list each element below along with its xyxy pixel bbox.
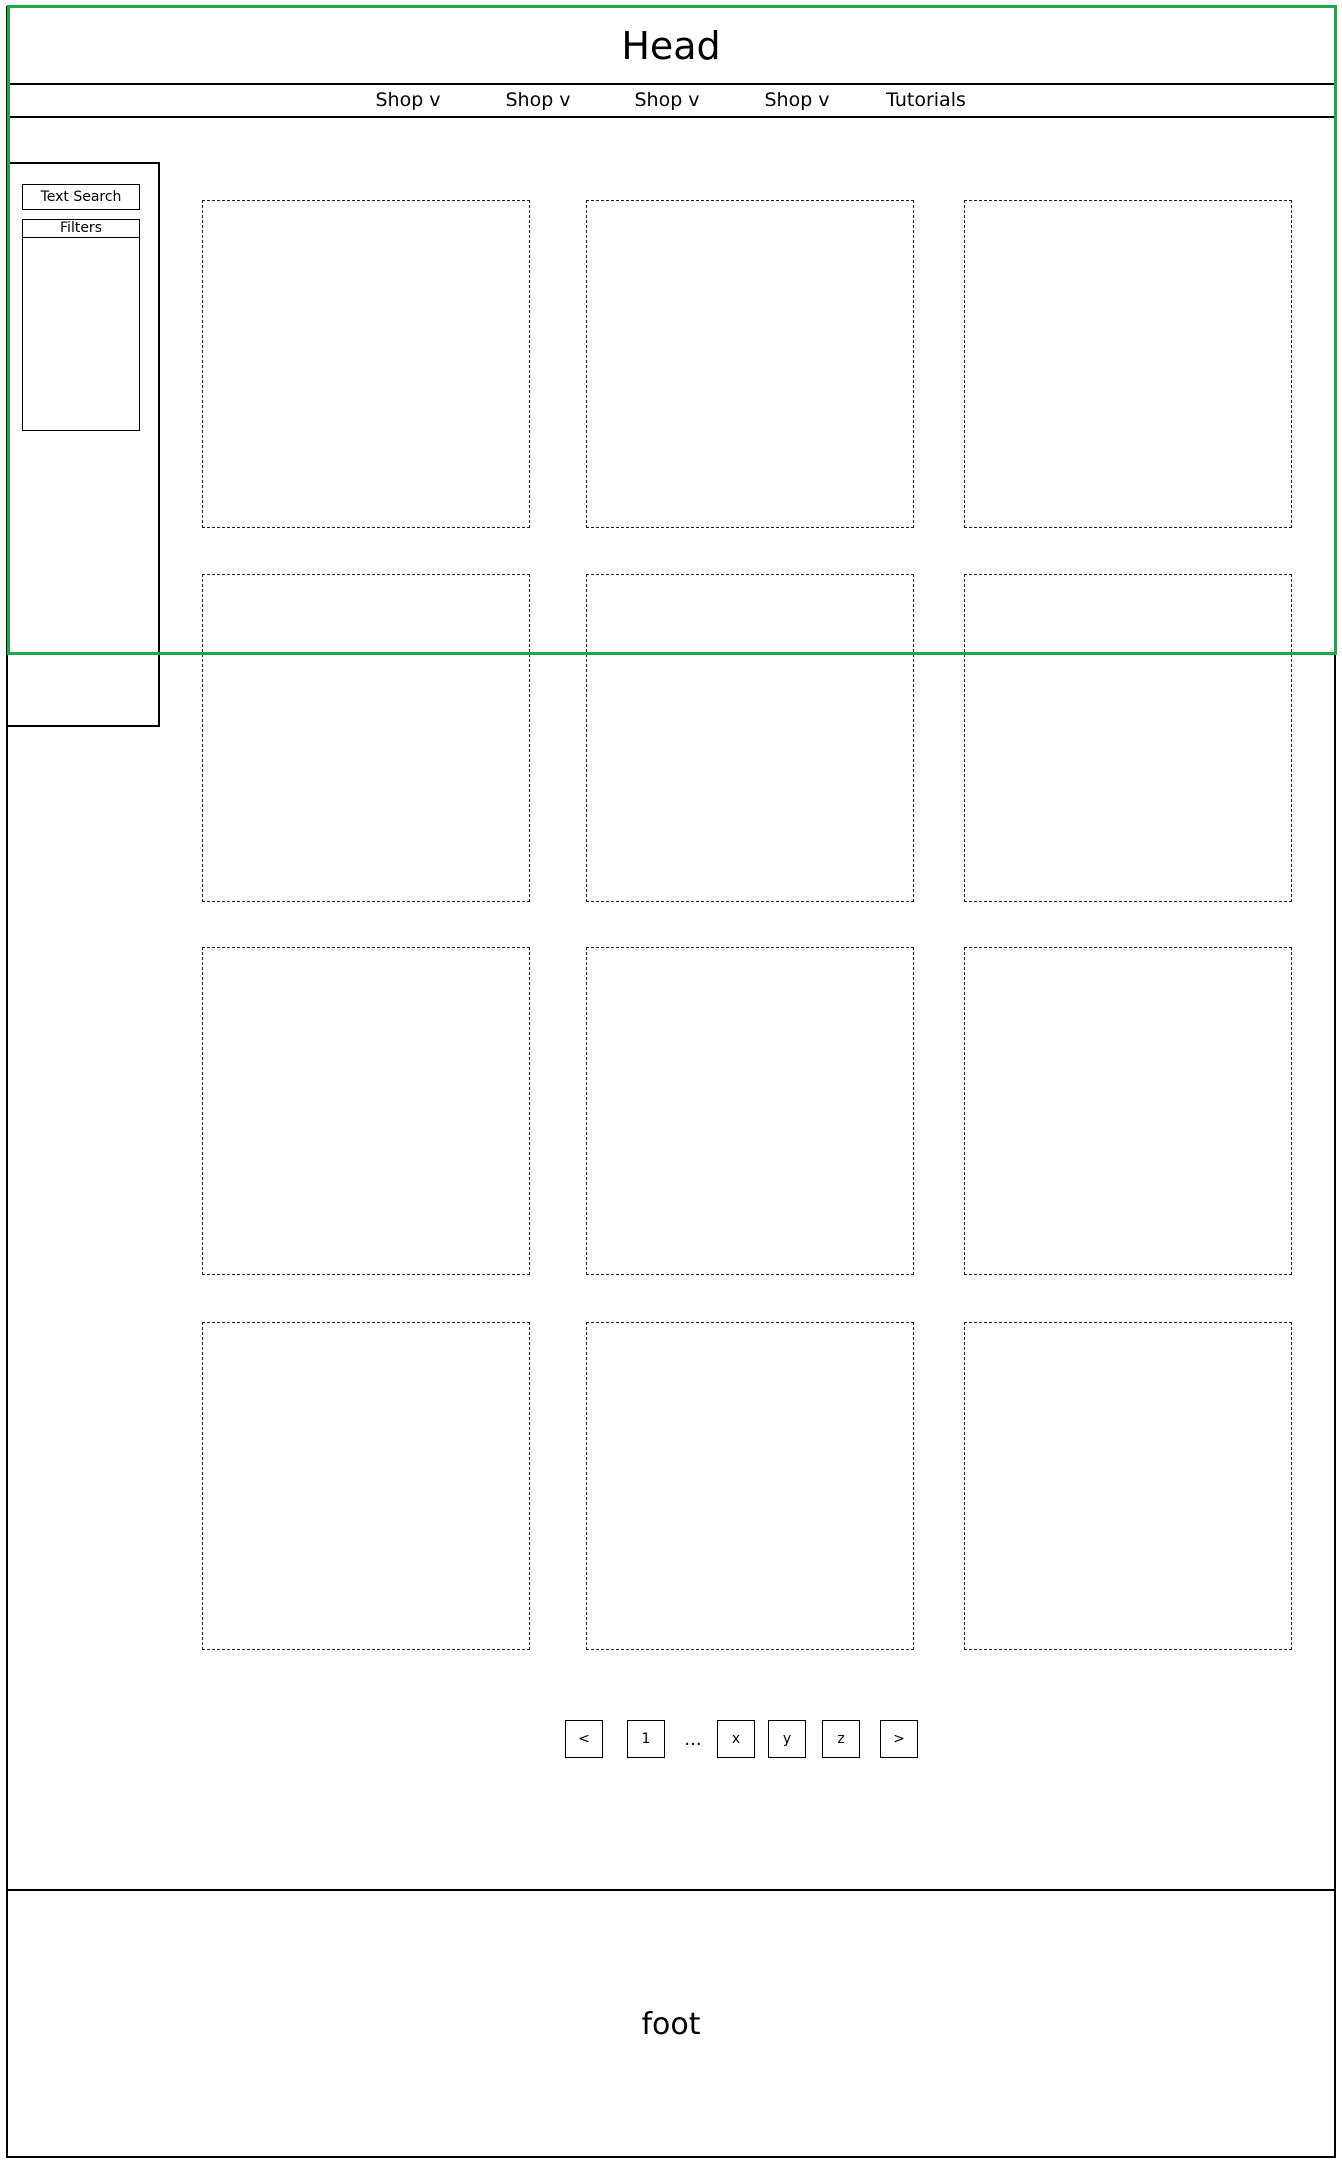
product-card[interactable]: [964, 947, 1292, 1275]
product-card[interactable]: [964, 574, 1292, 902]
nav-item-shop-2[interactable]: Shop v: [505, 85, 570, 116]
nav-item-shop-4[interactable]: Shop v: [764, 85, 829, 116]
product-card[interactable]: [586, 1322, 914, 1650]
filters-panel[interactable]: Filters: [22, 219, 140, 431]
filters-title: Filters: [23, 220, 139, 238]
text-search-input[interactable]: Text Search: [22, 184, 140, 210]
product-card[interactable]: [202, 574, 530, 902]
product-card[interactable]: [964, 1322, 1292, 1650]
pagination-next-button[interactable]: >: [880, 1720, 918, 1758]
nav-bar: Shop v Shop v Shop v Shop v Tutorials: [6, 83, 1336, 118]
pagination-page-y[interactable]: y: [768, 1720, 806, 1758]
product-card[interactable]: [202, 1322, 530, 1650]
pagination-page-z[interactable]: z: [822, 1720, 860, 1758]
footer: foot: [6, 1889, 1336, 2158]
product-card[interactable]: [586, 200, 914, 528]
header-title: Head: [621, 24, 721, 68]
product-card[interactable]: [202, 200, 530, 528]
product-card[interactable]: [586, 574, 914, 902]
product-card[interactable]: [202, 947, 530, 1275]
nav-item-shop-1[interactable]: Shop v: [375, 85, 440, 116]
sidebar: Text Search Filters: [6, 162, 160, 727]
pagination-ellipsis: ...: [684, 1728, 702, 1750]
product-card[interactable]: [586, 947, 914, 1275]
product-card[interactable]: [964, 200, 1292, 528]
nav-item-tutorials[interactable]: Tutorials: [886, 85, 966, 116]
nav-item-shop-3[interactable]: Shop v: [634, 85, 699, 116]
pagination-prev-button[interactable]: <: [565, 1720, 603, 1758]
pagination-page-1[interactable]: 1: [627, 1720, 665, 1758]
pagination-page-x[interactable]: x: [717, 1720, 755, 1758]
